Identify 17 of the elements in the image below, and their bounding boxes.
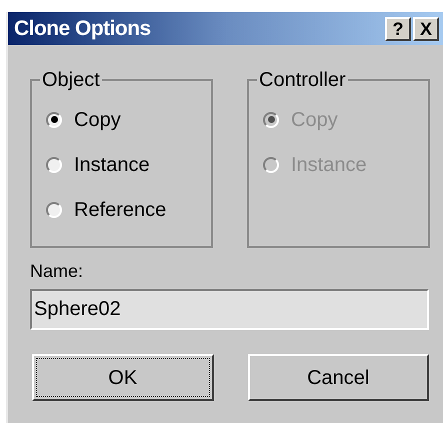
close-button[interactable]: X <box>413 16 439 40</box>
name-label: Name: <box>30 260 84 283</box>
option-label: Instance <box>74 152 150 178</box>
group-label: Controller <box>258 68 347 93</box>
radio-button[interactable] <box>46 156 62 172</box>
option-label: Instance <box>291 152 367 178</box>
cancel-button[interactable]: Cancel <box>248 354 429 401</box>
option-label: Copy <box>74 108 121 132</box>
radio-button[interactable] <box>46 112 62 128</box>
radio-button[interactable] <box>46 202 62 218</box>
help-button[interactable]: ? <box>385 16 411 40</box>
option-label: Copy <box>291 108 338 132</box>
window-title: Clone Options <box>14 16 151 42</box>
group-label: Object <box>41 68 101 93</box>
name-field[interactable]: Sphere02 <box>30 289 429 330</box>
ok-button[interactable]: OK <box>32 354 214 401</box>
option-label: Reference <box>74 198 166 222</box>
